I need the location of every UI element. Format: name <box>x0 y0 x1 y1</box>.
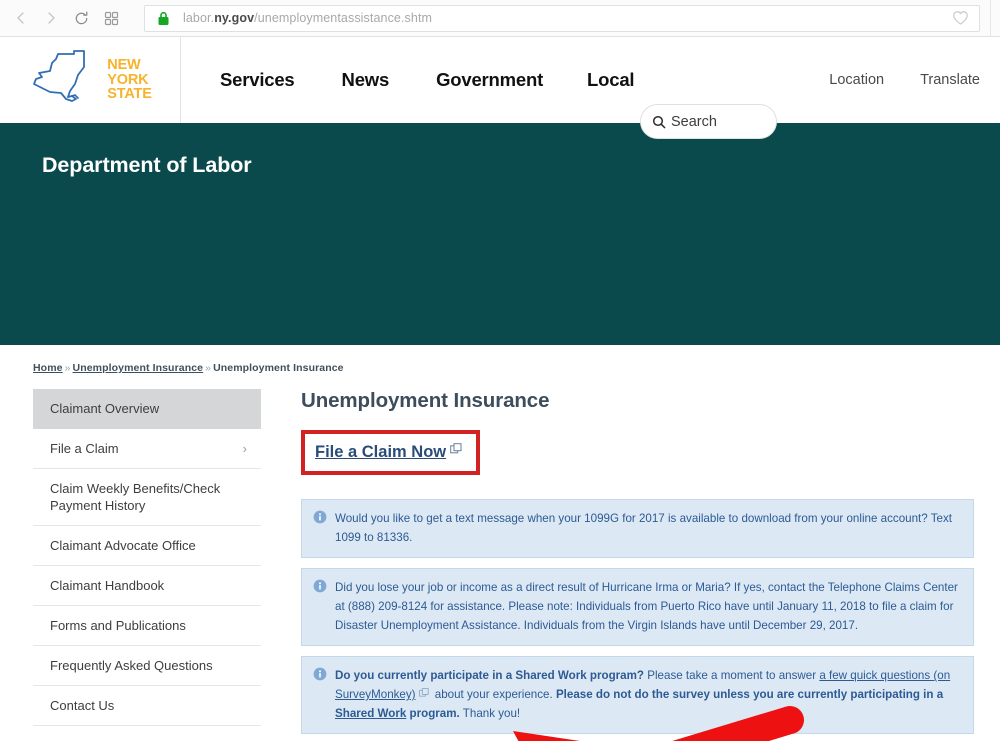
ny-state-logo[interactable]: NEW YORK STATE <box>0 37 181 123</box>
url-prefix: labor. <box>183 11 215 25</box>
primary-navigation: Services News Government Local <box>181 37 635 123</box>
logo-line-3: STATE <box>107 86 152 103</box>
breadcrumb-sep-2: » <box>205 362 212 374</box>
logo-line-1: NEW <box>107 57 141 74</box>
nav-item-news[interactable]: News <box>342 69 390 91</box>
main-column: Unemployment Insurance File a Claim Now … <box>261 389 1000 741</box>
breadcrumb: Home» Unemployment Insurance» Unemployment… <box>33 362 1000 374</box>
alert-text: Did you lose your job or income as a dir… <box>335 581 958 632</box>
new-york-state-outline <box>33 50 86 102</box>
search-placeholder: Search <box>671 113 717 130</box>
address-bar[interactable]: labor.ny.gov/unemploymentassistance.shtm <box>144 4 980 32</box>
browser-toolbar: labor.ny.gov/unemploymentassistance.shtm <box>0 0 1000 37</box>
heart-icon[interactable] <box>952 10 969 26</box>
sidebar-item-claimant-overview[interactable]: Claimant Overview <box>33 389 261 429</box>
search-input[interactable]: Search <box>640 104 777 139</box>
alert-box: Do you currently participate in a Shared… <box>301 656 974 734</box>
logo-line-2: YORK <box>107 71 149 88</box>
url-domain: ny.gov <box>214 11 255 25</box>
alert-text-segment: about your experience. <box>431 688 556 701</box>
info-circle-icon <box>313 667 327 723</box>
breadcrumb-current: Unemployment Insurance <box>213 362 344 374</box>
apps-button[interactable] <box>96 3 126 33</box>
nav-item-translate[interactable]: Translate <box>920 72 980 88</box>
nav-item-local[interactable]: Local <box>587 69 635 91</box>
sidebar-item-contact-us[interactable]: Contact Us <box>33 686 261 726</box>
sidebar-item-label: Claimant Overview <box>50 401 160 416</box>
breadcrumb-parent[interactable]: Unemployment Insurance <box>73 362 204 374</box>
grid-icon <box>104 11 118 25</box>
chevron-right-icon <box>48 12 55 24</box>
sidebar-item-label: Contact Us <box>50 698 115 713</box>
page-title: Unemployment Insurance <box>301 389 550 412</box>
chevron-left-icon <box>17 12 24 24</box>
sidebar-item-claimant-handbook[interactable]: Claimant Handbook <box>33 566 261 606</box>
toolbar-edge <box>990 0 994 36</box>
alert-box: Would you like to get a text message whe… <box>301 499 974 558</box>
file-a-claim-now-link[interactable]: File a Claim Now <box>315 443 446 461</box>
sidebar-item-label: Frequently Asked Questions <box>50 658 213 673</box>
external-link-icon <box>418 685 429 704</box>
file-a-claim-highlight-box: File a Claim Now <box>301 430 481 475</box>
alerts-list: Would you like to get a text message whe… <box>301 499 974 741</box>
sidebar-item-label: Claimant Handbook <box>50 578 165 593</box>
alert-text-segment: Thank you! <box>459 707 521 720</box>
sidebar-item-label: Claimant Advocate Office <box>50 538 196 553</box>
alert-text-segment: Please take a moment to answer <box>644 669 820 682</box>
reload-icon <box>75 10 87 24</box>
alert-box: Did you lose your job or income as a dir… <box>301 568 974 646</box>
banner-title: Department of Labor <box>42 153 252 177</box>
breadcrumb-sep-1: » <box>64 362 71 374</box>
info-circle-icon <box>313 579 327 635</box>
search-icon <box>652 115 666 129</box>
sidebar-item-claimant-advocate-office[interactable]: Claimant Advocate Office <box>33 526 261 566</box>
forward-button[interactable] <box>36 3 66 33</box>
sidebar-item-label: File a Claim <box>50 441 119 456</box>
info-circle-icon <box>313 510 327 547</box>
url-text: labor.ny.gov/unemploymentassistance.shtm <box>183 11 432 25</box>
page-content: Home» Unemployment Insurance» Unemployment… <box>0 345 1000 741</box>
back-button[interactable] <box>6 3 36 33</box>
sidebar-item-label: Claim Weekly Benefits/Check Payment Hist… <box>50 481 221 513</box>
alert-text-segment: Do you currently participate in a Shared… <box>335 669 645 682</box>
nav-item-government[interactable]: Government <box>436 69 543 91</box>
alert-text: Would you like to get a text message whe… <box>335 512 952 544</box>
alert-text-segment: program. <box>406 707 460 720</box>
sidebar-item-label: Forms and Publications <box>50 618 186 633</box>
breadcrumb-home[interactable]: Home <box>33 362 63 374</box>
sidebar-item-forms-and-publications[interactable]: Forms and Publications <box>33 606 261 646</box>
sidebar-item-claim-weekly-benefits-check-payment-history[interactable]: Claim Weekly Benefits/Check Payment Hist… <box>33 469 261 526</box>
site-header: NEW YORK STATE Services News Government … <box>0 37 1000 139</box>
external-link-icon <box>450 442 462 460</box>
sidebar-item-frequently-asked-questions[interactable]: Frequently Asked Questions <box>33 646 261 686</box>
department-banner: Department of Labor <box>0 123 1000 345</box>
chevron-right-icon: › <box>242 441 247 456</box>
alert-link[interactable]: Shared Work <box>335 707 406 720</box>
alert-text: Do you currently participate in a Shared… <box>335 666 961 723</box>
url-path: /unemploymentassistance.shtm <box>254 11 433 25</box>
sidebar-menu: Claimant Overview File a Claim › Claim Week… <box>33 389 261 741</box>
padlock-icon <box>157 11 170 26</box>
sidebar-item-file-a-claim[interactable]: File a Claim › <box>33 429 261 469</box>
nav-item-location[interactable]: Location <box>829 72 884 88</box>
reload-button[interactable] <box>66 3 96 33</box>
secondary-navigation: Location Translate <box>829 37 1000 123</box>
nav-item-services[interactable]: Services <box>220 69 295 91</box>
alert-text-segment: Please do not do the survey unless you a… <box>555 688 944 701</box>
